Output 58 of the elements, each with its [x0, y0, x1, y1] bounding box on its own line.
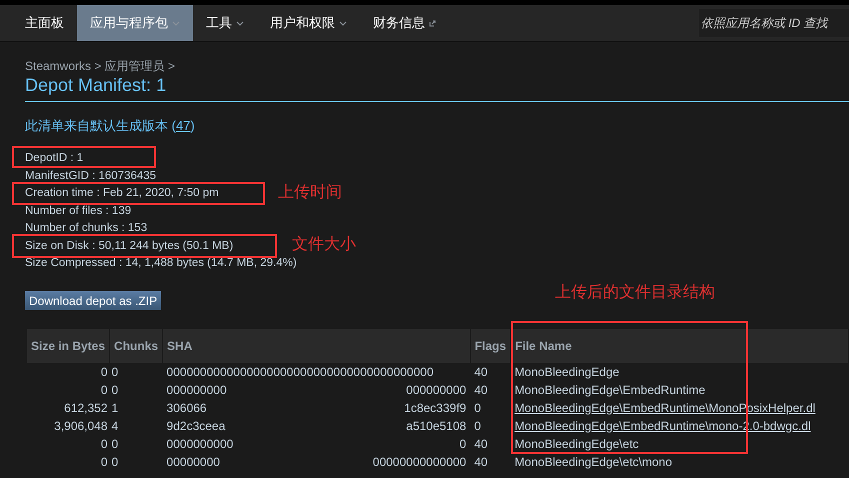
- table-cell-text: 0: [110, 436, 120, 452]
- table-cell-text: 306066 1c8ec339f9: [166, 400, 468, 416]
- table-cell-text: 0: [100, 436, 109, 452]
- table-cell-text: 40: [473, 382, 489, 398]
- info-line: Size Compressed : 14, 1,488 bytes (14.7 MB, 29.4%): [25, 256, 297, 270]
- table-cell: MonoBleedingEdge: [510, 362, 848, 380]
- info-line: DepotID : 1: [25, 151, 84, 166]
- table-cell: 0000000000000000000000000000000000000000: [162, 362, 470, 380]
- nav-tab[interactable]: 财务信息: [360, 5, 449, 41]
- table-cell-text: 40: [473, 454, 489, 470]
- table-cell-text: 4: [110, 418, 120, 434]
- info-line: Size on Disk : 50,11 244 bytes (50.1 MB): [25, 238, 234, 253]
- column-header: Chunks: [110, 328, 163, 362]
- download-button[interactable]: Download depot as .ZIP: [25, 291, 162, 310]
- column-header: Flags: [470, 328, 511, 362]
- annotation-label: 上传时间: [278, 182, 342, 203]
- annotation-label: 上传后的文件目录结构: [555, 282, 715, 303]
- info-line: Creation time : Feb 21, 2020, 7:50 pm: [25, 186, 219, 200]
- info-line: ManifestGID : 160736435: [25, 168, 156, 183]
- column-header: SHA: [162, 328, 470, 362]
- table-cell-text: 612,352: [63, 400, 109, 416]
- nav-tab[interactable]: 应用与程序包: [77, 5, 193, 41]
- column-header: Size in Bytes: [27, 328, 110, 362]
- table-cell-text: MonoBleedingEdge\etc: [514, 436, 640, 452]
- table-cell-text: 0: [473, 400, 482, 416]
- table-cell-text: MonoBleedingEdge\etc\mono: [514, 454, 674, 470]
- source-text: 此清单来自默认生成版本 (47): [25, 117, 196, 135]
- table-cell-text: 0: [473, 418, 482, 434]
- table-cell-text: 9d2c3ceea a510e5108: [166, 418, 468, 434]
- table-cell: 0: [110, 362, 163, 380]
- build-link[interactable]: 47: [176, 118, 190, 133]
- column-header: File Name: [510, 328, 848, 362]
- table-cell-text: 0: [110, 454, 120, 470]
- table-cell-text: 0000000000 0: [166, 436, 468, 452]
- table-cell-text: 1: [110, 400, 120, 416]
- table-cell-text: 0: [100, 454, 109, 470]
- caret-icon: [339, 20, 347, 26]
- table-cell: 0: [27, 362, 110, 380]
- info-line: Number of chunks : 153: [25, 221, 148, 236]
- page-title: Depot Manifest: 1: [25, 75, 166, 95]
- breadcrumb: Steamworks > 应用管理员 >: [25, 58, 176, 74]
- external-link-icon: [429, 20, 436, 26]
- table-cell-text: MonoBleedingEdge\EmbedRuntime: [514, 382, 706, 398]
- table-cell-text: 40: [473, 436, 489, 452]
- table-cell-text: 0: [110, 382, 120, 398]
- table-cell: 40: [470, 362, 511, 380]
- nav-tab[interactable]: 用户和权限: [257, 5, 360, 41]
- table-cell-text: 3,906,048: [53, 418, 109, 434]
- caret-icon: [236, 20, 244, 26]
- table-cell-text: 00000000 00000000000000: [166, 454, 468, 470]
- nav-tab[interactable]: 工具: [193, 5, 257, 41]
- info-line: Number of files : 139: [25, 204, 132, 218]
- table-cell-text: 000000000 000000000: [166, 382, 468, 398]
- search-field[interactable]: 依照应用名称或 ID 查找: [699, 9, 849, 37]
- caret-icon: [172, 20, 180, 26]
- annotation-label: 文件大小: [292, 234, 356, 255]
- nav-tab[interactable]: 主面板: [12, 5, 77, 41]
- table-cell-text: 0: [100, 382, 109, 398]
